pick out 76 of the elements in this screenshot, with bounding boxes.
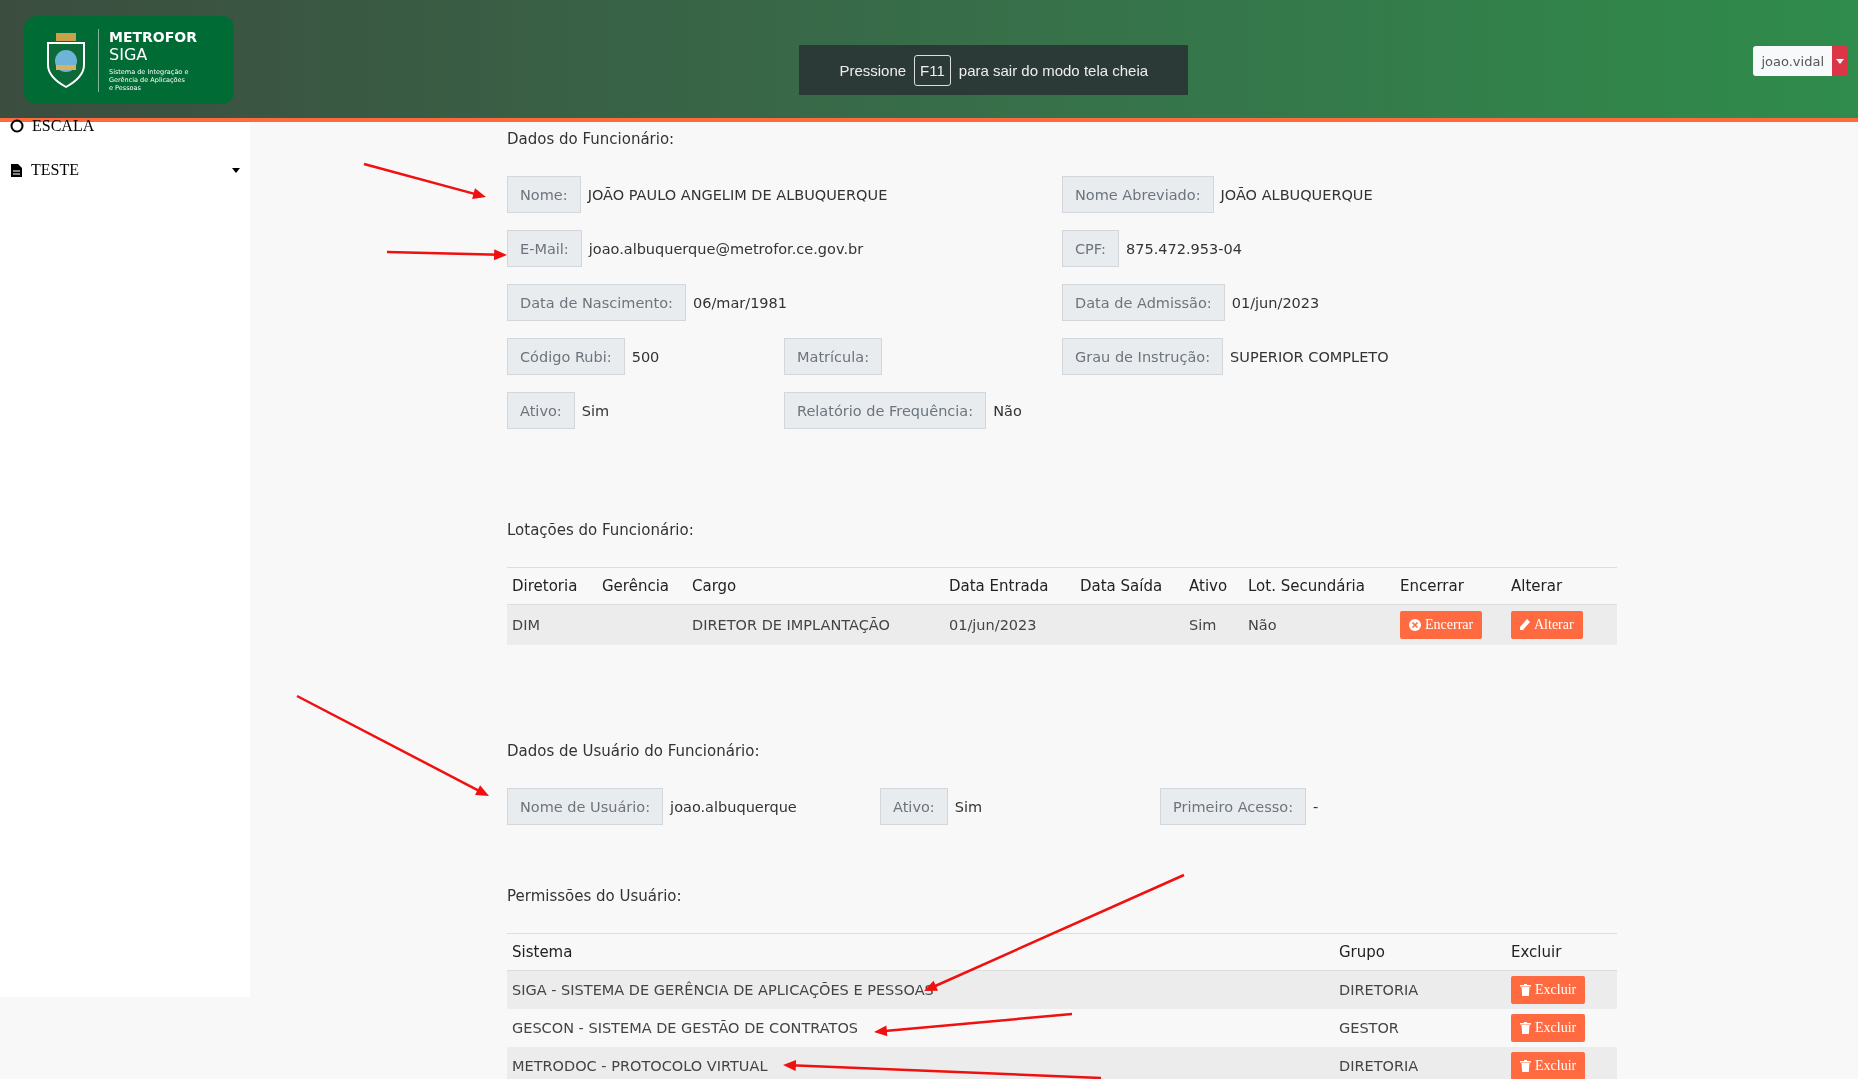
notice-text: para sair do modo tela cheia — [958, 61, 1149, 79]
trash-icon — [1520, 984, 1531, 996]
caret-icon — [1836, 58, 1844, 64]
field-value: 875.472.953-04 — [1124, 239, 1242, 259]
section-title: Dados de Usuário do Funcionário: — [507, 742, 761, 760]
section-title: Lotações do Funcionário: — [507, 521, 695, 539]
user-menu[interactable]: joao.vidal — [1753, 46, 1832, 76]
table-cell: 01/jun/2023 — [949, 617, 1037, 633]
field-label: Ativo: — [507, 392, 575, 429]
field-label: Código Rubi: — [507, 338, 625, 375]
pencil-icon — [1520, 619, 1530, 631]
field-value: SUPERIOR COMPLETO — [1229, 347, 1389, 367]
field-label: Nome Abreviado: — [1062, 176, 1214, 213]
table-cell: DIRETOR DE IMPLANTAÇÃO — [692, 617, 890, 633]
table-cell: DIRETORIA — [1339, 1058, 1419, 1074]
field-value: Não — [992, 401, 1022, 421]
column-header: Data Entrada — [948, 577, 1049, 595]
field-value: JOÃO ALBUQUERQUE — [1218, 185, 1373, 205]
column-header: Ativo — [1188, 577, 1228, 595]
field-value: joao.albuquerque — [668, 797, 797, 817]
edit-button[interactable]: Alterar — [1511, 611, 1583, 639]
delete-button[interactable]: Excluir — [1511, 1052, 1586, 1079]
dropdown-button[interactable] — [1832, 46, 1848, 76]
column-header: Grupo — [1338, 943, 1385, 961]
field-label: Primeiro Acesso: — [1160, 788, 1307, 825]
close-icon — [1409, 619, 1421, 631]
column-header: Alterar — [1510, 577, 1563, 595]
field-value: 500 — [630, 347, 660, 367]
column-header: Encerrar — [1399, 577, 1464, 595]
trash-icon — [1520, 1060, 1531, 1072]
field-value: 06/mar/1981 — [691, 293, 788, 313]
field-value: Sim — [580, 401, 610, 421]
field-value: 01/jun/2023 — [1230, 293, 1320, 313]
field-value: Sim — [953, 797, 983, 817]
table-cell: METRODOC - PROTOCOLO VIRTUAL — [512, 1058, 768, 1074]
table-cell: DIM — [512, 617, 540, 633]
table-cell: Não — [1248, 617, 1277, 633]
column-header: Lot. Secundária — [1247, 577, 1365, 595]
end-button[interactable]: Encerrar — [1400, 611, 1483, 639]
sidebar-item[interactable]: TESTE — [0, 148, 250, 192]
field-label: Relatório de Frequência: — [784, 392, 987, 429]
column-header: Diretoria — [511, 577, 578, 595]
field-label: Grau de Instrução: — [1062, 338, 1224, 375]
field-label: Ativo: — [880, 788, 948, 825]
table-cell: SIGA - SISTEMA DE GERÊNCIA DE APLICAÇÕES E PESSOAS — [512, 982, 934, 998]
field-label: CPF: — [1062, 230, 1119, 267]
column-header: Sistema — [511, 943, 573, 961]
table-cell: DIRETORIA — [1339, 982, 1419, 998]
notice-text: Pressione — [839, 61, 907, 79]
table-cell: GESTOR — [1339, 1020, 1399, 1036]
delete-button[interactable]: Excluir — [1511, 1014, 1586, 1042]
field-value: - — [1312, 797, 1319, 817]
delete-button[interactable]: Excluir — [1511, 976, 1586, 1004]
field-value: joao.albuquerque@metrofor.ce.gov.br — [587, 239, 864, 259]
field-value: JOÃO PAULO ANGELIM DE ALBUQUERQUE — [586, 185, 888, 205]
document-icon — [10, 162, 23, 178]
field-label: E-Mail: — [507, 230, 582, 267]
section-title: Dados do Funcionário: — [507, 130, 676, 148]
table-cell: GESCON - SISTEMA DE GESTÃO DE CONTRATOS — [512, 1020, 859, 1036]
key-label: F11 — [914, 54, 951, 86]
table-cell: Sim — [1189, 617, 1217, 633]
crest-icon — [44, 31, 88, 89]
trash-icon — [1520, 1022, 1531, 1034]
field-label: Data de Admissão: — [1062, 284, 1225, 321]
field-label: Matrícula: — [784, 338, 883, 375]
logo-subtitle: SIGA — [109, 44, 149, 64]
logo-title: METROFOR — [109, 28, 197, 45]
field-label: Data de Nascimento: — [507, 284, 686, 321]
column-header: Cargo — [691, 577, 737, 595]
sidebar-item[interactable]: ESCALA — [0, 116, 250, 136]
column-header: Excluir — [1510, 943, 1562, 961]
column-header: Data Saída — [1079, 577, 1163, 595]
field-label: Nome: — [507, 176, 581, 213]
field-label: Nome de Usuário: — [507, 788, 664, 825]
section-title: Permissões do Usuário: — [507, 887, 683, 905]
column-header: Gerência — [601, 577, 670, 595]
